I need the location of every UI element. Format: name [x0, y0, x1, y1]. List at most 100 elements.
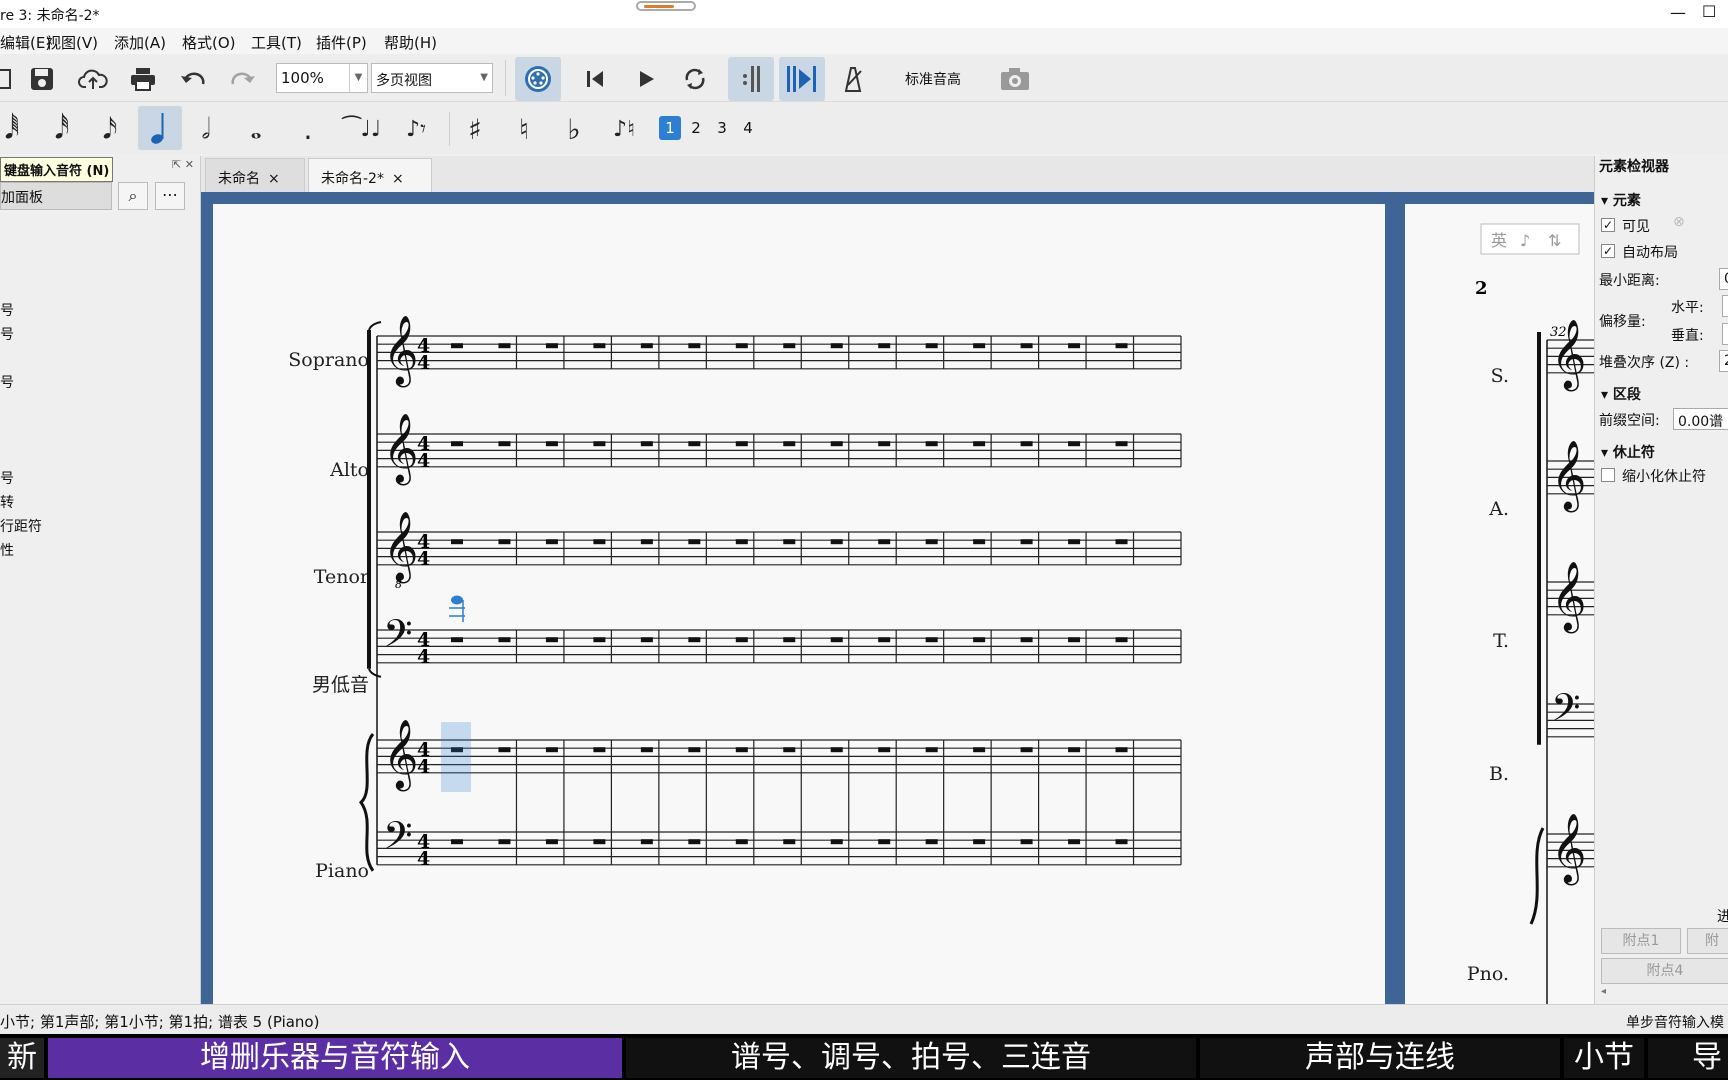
chapter-next[interactable]: 导: [1648, 1038, 1728, 1078]
maximize-icon[interactable]: ☐: [1702, 2, 1716, 21]
chapter-measures[interactable]: 小节: [1564, 1038, 1644, 1078]
menu-format[interactable]: 格式(O): [182, 32, 236, 53]
screenshot-icon[interactable]: [999, 63, 1031, 95]
search-icon[interactable]: ⌕: [118, 182, 148, 210]
palette-item[interactable]: 号: [0, 300, 14, 320]
midi-input-icon[interactable]: [515, 57, 561, 101]
section-element[interactable]: ▾ 元素: [1601, 190, 1641, 210]
menu-tools[interactable]: 工具(T): [251, 32, 302, 53]
play-icon[interactable]: [630, 63, 662, 95]
palette-item[interactable]: 性: [0, 540, 14, 560]
auto-place-checkbox[interactable]: ✓: [1601, 244, 1615, 258]
leading-space-field[interactable]: 0.00谱: [1673, 408, 1728, 430]
sharp-icon[interactable]: ♯: [455, 110, 495, 148]
voice-2-button[interactable]: 2: [685, 116, 707, 140]
stacking-field[interactable]: 2: [1719, 350, 1728, 372]
flip-direction-icon[interactable]: ♪♮: [604, 110, 644, 148]
scroll-left-icon[interactable]: ◂: [1601, 986, 1606, 997]
palette-item[interactable]: 行距符: [0, 516, 42, 536]
duration-whole-icon[interactable]: 𝅝: [236, 110, 276, 148]
score-page-2[interactable]: 2 32 S. A. T. B. Pno. 𝄞 𝄞 𝄞 𝄢 𝄞 英 ♪ ⇅: [1405, 204, 1594, 1004]
close-icon[interactable]: ×: [268, 171, 280, 187]
dot1-button[interactable]: 附点1: [1601, 928, 1681, 954]
voice-3-button[interactable]: 3: [711, 116, 733, 140]
duration-16th-icon[interactable]: 𝅘𝅥𝅯: [90, 110, 130, 148]
count-in-icon[interactable]: [728, 57, 774, 101]
tie-icon[interactable]: ⁀♩♩: [342, 110, 382, 148]
menu-add[interactable]: 添加(A): [114, 32, 166, 53]
chapter-clefs-keys[interactable]: 谱号、调号、拍号、三连音: [626, 1038, 1196, 1078]
save-icon[interactable]: [26, 63, 58, 95]
add-palette-button[interactable]: 加面板: [0, 182, 112, 210]
duration-half-icon[interactable]: 𝅗𝅥: [186, 110, 226, 148]
section-segment[interactable]: ▾ 区段: [1601, 384, 1641, 404]
palette-item[interactable]: 号: [0, 468, 14, 488]
pan-icon[interactable]: [779, 57, 825, 101]
inspector-fragment-text: 进: [1717, 909, 1728, 925]
window-drag-handle[interactable]: [636, 1, 696, 11]
score-page-1[interactable]: Soprano Alto Tenor 男低音 Piano 𝄞 4 4 𝄞 4 4 𝄞 8 4 4 𝄢…: [213, 204, 1385, 1004]
tab-untitled-2[interactable]: 未命名-2* ×: [308, 158, 432, 192]
cloud-upload-icon[interactable]: [77, 63, 109, 95]
flat-icon[interactable]: ♭: [554, 110, 594, 148]
new-file-icon[interactable]: [0, 63, 18, 95]
augmentation-dot-icon[interactable]: .: [288, 110, 328, 148]
score-notation[interactable]: Soprano Alto Tenor 男低音 Piano 𝄞44𝄞44𝄞844𝄢…: [213, 204, 1385, 1004]
menu-help[interactable]: 帮助(H): [384, 32, 437, 53]
natural-icon[interactable]: ♮: [504, 110, 544, 148]
visible-checkbox[interactable]: ✓: [1601, 218, 1615, 232]
measure-rest: [1020, 441, 1033, 447]
concert-pitch-button[interactable]: 标准音高: [905, 69, 961, 89]
section-label: 区段: [1612, 387, 1641, 403]
palette-item[interactable]: 号: [0, 372, 14, 392]
voice-4-button[interactable]: 4: [737, 116, 759, 140]
small-rest-checkbox[interactable]: [1601, 468, 1615, 482]
score-canvas[interactable]: Soprano Alto Tenor 男低音 Piano 𝄞 4 4 𝄞 4 4 𝄞 8 4 4 𝄢…: [201, 192, 1594, 1004]
section-rest[interactable]: ▾ 休止符: [1601, 442, 1655, 462]
measure-rest: [545, 637, 558, 643]
duration-quarter-icon[interactable]: [138, 106, 182, 150]
chapter-voices-ties[interactable]: 声部与连线: [1200, 1038, 1560, 1078]
panel-float-close-icon[interactable]: ⇱ ✕: [172, 158, 194, 171]
min-distance-field[interactable]: 0: [1719, 268, 1728, 290]
offset-y-field[interactable]: [1722, 323, 1728, 345]
print-icon[interactable]: [127, 63, 159, 95]
measure-rest: [1068, 839, 1081, 845]
duration-32nd-icon[interactable]: 𝅘𝅥𝅰: [42, 110, 82, 148]
measure-rest: [640, 343, 653, 349]
score-notation-page2[interactable]: 2 32 S. A. T. B. Pno. 𝄞𝄞𝄞𝄢𝄞 英 ♪ ⇅: [1405, 204, 1594, 1004]
more-options-icon[interactable]: ⋯: [155, 182, 185, 210]
stacking-label: 堆叠次序 (Z) :: [1599, 355, 1690, 371]
chapter-new[interactable]: 新建: [0, 1038, 44, 1078]
redo-icon[interactable]: [227, 63, 259, 95]
piano-brace: [358, 733, 375, 872]
menu-plugins[interactable]: 插件(P): [316, 32, 367, 53]
measure-rest: [973, 539, 986, 545]
tab-untitled[interactable]: 未命名 ×: [205, 158, 305, 192]
offset-x-field[interactable]: [1722, 295, 1728, 317]
menu-view[interactable]: 视图(V): [46, 32, 98, 53]
metronome-icon[interactable]: [836, 63, 868, 95]
view-mode-select[interactable]: 多页视图 ▼: [371, 63, 493, 93]
voice-1-button[interactable]: 1: [659, 116, 681, 140]
loop-icon[interactable]: [679, 63, 711, 95]
rewind-icon[interactable]: [579, 63, 611, 95]
section-label: 休止符: [1612, 445, 1655, 461]
reset-icon[interactable]: ⊗: [1673, 214, 1685, 230]
minimize-icon[interactable]: —: [1670, 3, 1686, 22]
measure-rest: [1115, 343, 1128, 349]
menu-edit[interactable]: 编辑(E): [0, 32, 51, 53]
duration-64th-icon[interactable]: 𝅘𝅥𝅱: [0, 110, 32, 148]
rest-icon[interactable]: ♪𝄾: [396, 110, 436, 148]
dot2-button[interactable]: 附: [1687, 928, 1728, 954]
close-icon[interactable]: ×: [392, 171, 404, 187]
dot4-button[interactable]: 附点4: [1601, 958, 1728, 984]
zoom-select[interactable]: 100% ▼: [276, 63, 368, 93]
undo-icon[interactable]: [177, 63, 209, 95]
chapter-instruments-notes[interactable]: 增删乐器与音符输入: [48, 1038, 622, 1078]
time-signature-bottom: 4: [417, 352, 430, 374]
measure-rest: [830, 747, 843, 753]
measure-rest: [830, 441, 843, 447]
palette-item[interactable]: 号: [0, 324, 14, 344]
palette-item[interactable]: 转: [0, 492, 14, 512]
